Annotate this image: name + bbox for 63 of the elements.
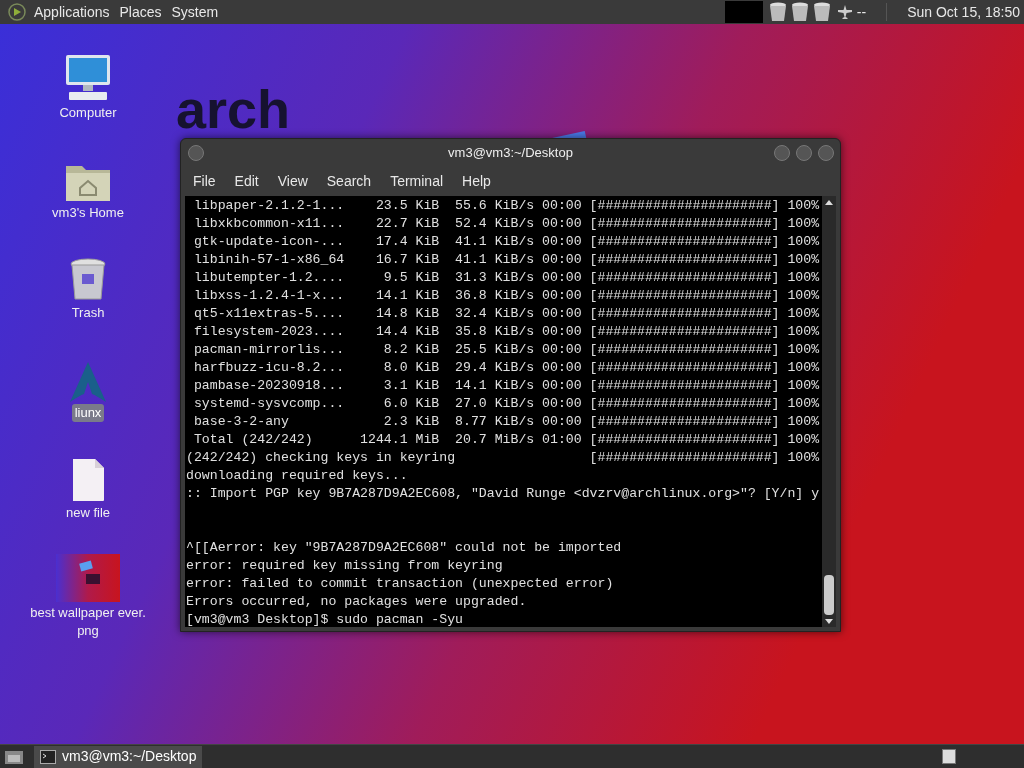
minimize-button[interactable] bbox=[774, 145, 790, 161]
airplane-icon bbox=[836, 4, 853, 20]
trash-icon bbox=[790, 2, 809, 22]
scroll-thumb[interactable] bbox=[824, 575, 834, 615]
scroll-up-icon[interactable] bbox=[825, 200, 833, 205]
tray-text: -- bbox=[856, 2, 867, 22]
maximize-button[interactable] bbox=[796, 145, 812, 161]
tray-widget bbox=[724, 1, 763, 23]
terminal-line: libxkbcommon-x11... 22.7 KiB 52.4 KiB/s 00:00 [######################] 100% bbox=[192, 215, 820, 233]
clock[interactable]: Sun Oct 15, 18:50 bbox=[907, 1, 1020, 23]
taskbar-button[interactable]: vm3@vm3:~/Desktop bbox=[34, 745, 203, 768]
terminal-line: gtk-update-icon-... 17.4 KiB 41.1 KiB/s 00:00 [######################] 100% bbox=[192, 233, 820, 251]
trash-icon bbox=[812, 2, 831, 22]
window-menu-button[interactable] bbox=[188, 145, 204, 161]
terminal-line: ^[[Aerror: key "9B7A287D9A2EC608" could not be imported bbox=[186, 539, 622, 557]
menu-item[interactable]: Help bbox=[462, 171, 491, 192]
terminal-line: pambase-20230918... 3.1 KiB 14.1 KiB/s 00:00 [######################] 100% bbox=[192, 377, 820, 395]
menu-item[interactable]: Edit bbox=[234, 171, 259, 192]
menu-logo-icon bbox=[8, 3, 26, 21]
wallpaper-text: arch bbox=[176, 82, 291, 136]
terminal-line: systemd-sysvcomp... 6.0 KiB 27.0 KiB/s 00:00 [######################] 100% bbox=[192, 395, 820, 413]
file-icon bbox=[71, 458, 105, 502]
menu-item[interactable]: File bbox=[193, 171, 216, 192]
terminal-line: [vm3@vm3 Desktop]$ sudo pacman -Syu bbox=[186, 611, 463, 627]
terminal-line: :: Import PGP key 9B7A287D9A2EC608, "David Runge <dvzrv@archlinux.org>"? [Y/n] y bbox=[186, 485, 820, 503]
terminal-line: base-3-2-any 2.3 KiB 8.77 KiB/s 00:00 [######################] 100% bbox=[192, 413, 820, 431]
terminal-line: qt5-x11extras-5.... 14.8 KiB 32.4 KiB/s 00:00 [######################] 100% bbox=[192, 305, 820, 323]
desktop-icon-label[interactable]: best wallpaper ever. png bbox=[27, 604, 149, 640]
panel-menu[interactable]: Places bbox=[119, 1, 162, 23]
terminal-line: Errors occurred, no packages were upgraded. bbox=[186, 593, 527, 611]
monitor-icon bbox=[63, 54, 113, 102]
panel-menu[interactable]: System bbox=[171, 1, 219, 23]
scroll-down-icon[interactable] bbox=[825, 619, 833, 624]
terminal-line: libxss-1.2.4-1-x... 14.1 KiB 36.8 KiB/s 00:00 [######################] 100% bbox=[192, 287, 820, 305]
terminal-line: Total (242/242) 1244.1 MiB 20.7 MiB/s 01:00 [######################] 100% bbox=[192, 431, 820, 449]
terminal-line: error: failed to commit transaction (unexpected error) bbox=[186, 575, 614, 593]
desktop-icon[interactable] bbox=[4, 748, 24, 765]
desktop-icon-label[interactable]: new file bbox=[62, 504, 114, 522]
arch-logo-icon bbox=[70, 362, 106, 402]
workspace-switcher[interactable] bbox=[942, 749, 956, 764]
trash-icon bbox=[768, 2, 787, 22]
terminal-line: libpaper-2.1.2-1... 23.5 KiB 55.6 KiB/s 00:00 [######################] 100% bbox=[192, 197, 820, 215]
menu-item[interactable]: Terminal bbox=[390, 171, 444, 192]
terminal-line: pacman-mirrorlis... 8.2 KiB 25.5 KiB/s 00:00 [######################] 100% bbox=[192, 341, 820, 359]
desktop-icon-label[interactable]: Trash bbox=[68, 304, 108, 322]
menu-item[interactable]: Search bbox=[326, 171, 372, 192]
window-title: vm3@vm3:~/Desktop bbox=[448, 144, 573, 163]
desktop-icon-label[interactable]: Computer bbox=[56, 104, 120, 122]
panel-menu[interactable]: Applications bbox=[34, 1, 110, 23]
scrollbar[interactable] bbox=[822, 196, 836, 627]
terminal-line: libutempter-1.2.... 9.5 KiB 31.3 KiB/s 00:00 [######################] 100% bbox=[192, 269, 820, 287]
desktop-icon-label[interactable]: liunx bbox=[71, 404, 105, 422]
terminal-line: (242/242) checking keys in keyring [######################] 100% bbox=[186, 449, 820, 467]
terminal-line: harfbuzz-icu-8.2... 8.0 KiB 29.4 KiB/s 00:00 [######################] 100% bbox=[192, 359, 820, 377]
desktop-icon-label[interactable]: vm3's Home bbox=[49, 204, 127, 222]
trash-icon bbox=[69, 258, 107, 302]
close-button[interactable] bbox=[818, 145, 834, 161]
terminal-icon bbox=[40, 749, 56, 764]
menu-item[interactable]: View bbox=[277, 171, 308, 192]
terminal-line: filesystem-2023.... 14.4 KiB 35.8 KiB/s 00:00 [######################] 100% bbox=[192, 323, 820, 341]
terminal-line: downloading required keys... bbox=[186, 467, 408, 485]
terminal-line: libinih-57-1-x86_64 16.7 KiB 41.1 KiB/s 00:00 [######################] 100% bbox=[192, 251, 820, 269]
terminal-line: error: required key missing from keyring bbox=[186, 557, 503, 575]
